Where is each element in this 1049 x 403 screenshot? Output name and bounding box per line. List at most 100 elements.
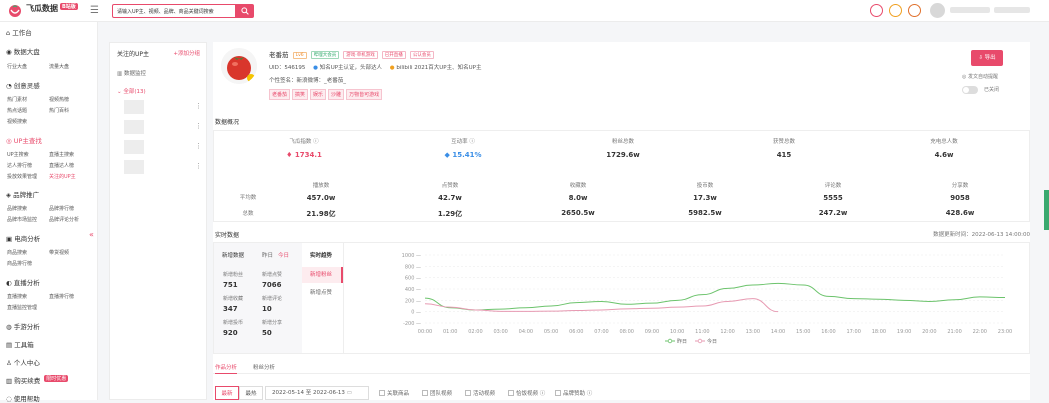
sidebar-item[interactable]: 品牌搜索 [7, 205, 27, 212]
sidebar-item[interactable]: 商品排行榜 [7, 260, 32, 267]
notification-icon[interactable] [889, 4, 902, 17]
tab-works-analysis[interactable]: 作品分析 [215, 363, 238, 374]
sidebar-section-toolbox[interactable]: ▤ 工具箱 [6, 339, 34, 349]
sidebar-item[interactable]: 热点话题 [7, 107, 27, 114]
followed-up-item[interactable] [124, 140, 144, 154]
info-icon[interactable]: ⓘ [540, 391, 546, 397]
x-tick-label: 07:00 [594, 329, 608, 335]
more-icon[interactable]: ⋮ [195, 122, 202, 130]
data-monitor-item[interactable]: ▥ 数据监控 [110, 69, 206, 77]
total-value: 2650.5w [561, 209, 595, 217]
sidebar-item[interactable]: 直播达人榜 [49, 162, 74, 169]
sidebar-section-brand[interactable]: ◈ 品牌推广 [6, 189, 39, 199]
checkbox-brand-sponsor[interactable]: 品牌赞助 ⓘ [555, 389, 592, 397]
tab-fans-analysis[interactable]: 粉丝分析 [253, 363, 275, 371]
sidebar-item[interactable]: 热门素材 [7, 96, 27, 103]
menu-toggle-icon[interactable]: ☰ [90, 5, 99, 16]
hashtag[interactable]: 沙雕 [328, 89, 345, 100]
search-button[interactable] [236, 4, 254, 18]
user-avatar[interactable] [930, 3, 945, 18]
followed-up-item[interactable] [124, 160, 144, 174]
sidebar-item[interactable]: 带货视频 [49, 249, 69, 256]
sort-hottest-button[interactable]: 最热 [239, 386, 263, 400]
checkbox-team-video[interactable]: 团队视频 [422, 389, 452, 397]
followed-up-item[interactable] [124, 120, 144, 134]
sidebar-section-inspiration[interactable]: ◔ 创意灵感 [6, 80, 40, 90]
notice-toggle[interactable] [962, 86, 978, 94]
overview-label: 粉丝总数 [611, 139, 634, 145]
sidebar-item[interactable]: 品牌排行榜 [49, 205, 74, 212]
sidebar-section-up-search[interactable]: ◎ UP主查找 [6, 135, 42, 145]
sidebar-item[interactable]: 视频热榜 [49, 96, 69, 103]
sidebar-section-help[interactable]: ◌ 使用帮助 [6, 393, 40, 403]
brand-name[interactable]: 飞瓜数据 B站版 [26, 3, 78, 14]
trend-new-fans[interactable]: 新增粉丝 [302, 267, 343, 283]
info-icon[interactable]: ⓘ [313, 139, 319, 145]
total-value: 428.6w [945, 209, 975, 217]
trend-new-likes[interactable]: 新增点赞 [302, 285, 343, 301]
checkbox-related-goods[interactable]: 关联商品 [379, 389, 409, 397]
info-icon[interactable]: ⓘ [587, 391, 593, 397]
sidebar-section-purchase[interactable]: ▥ 购买续费 限时优惠 [6, 375, 69, 385]
more-icon[interactable]: ⋮ [195, 162, 202, 170]
more-icon[interactable]: ⋮ [195, 102, 202, 110]
tab-yesterday[interactable]: 昨日 [262, 251, 273, 259]
sidebar-item[interactable]: 热门百科 [49, 107, 69, 114]
export-button[interactable]: ⇩ 导出 [971, 50, 1003, 66]
checkbox-sponsored-video[interactable]: 恰饭视频 ⓘ [508, 389, 545, 397]
sidebar-item[interactable]: 达人排行榜 [7, 162, 32, 169]
hashtag[interactable]: 老番茄 [269, 89, 291, 100]
sidebar-item[interactable]: 直播主搜索 [49, 151, 74, 158]
uid-line: UID：546195 ● 知名UP主认证，头部达人 ● bilibili 202… [269, 65, 482, 71]
info-icon[interactable]: ⓘ [469, 139, 475, 145]
all-group-toggle[interactable]: ⌄ 全部(13) [110, 87, 206, 95]
sidebar-item[interactable]: 直播排行榜 [49, 293, 74, 300]
sidebar-section-dashboard[interactable]: ◉ 数据大盘 [6, 46, 40, 56]
hashtag[interactable]: 娱乐 [310, 89, 327, 100]
legend-marker [667, 338, 673, 344]
search-input[interactable]: 请输入UP主、视频、品牌、商品关键词搜索 [112, 4, 236, 18]
collapse-sidebar-icon[interactable]: « [89, 230, 94, 239]
x-tick-label: 15:00 [796, 329, 810, 335]
sidebar-item[interactable]: 品牌评论分析 [49, 216, 79, 223]
sidebar-item[interactable]: 商品搜索 [7, 249, 27, 256]
followed-up-item[interactable] [124, 100, 144, 114]
y-tick-label: -200 — [403, 321, 421, 327]
date-range-picker[interactable]: 2022-05-14 至 2022-06-13 ▭ [265, 386, 369, 400]
sidebar-section-live[interactable]: ◐ 直播分析 [6, 277, 40, 287]
sidebar-item[interactable]: 视频搜索 [7, 118, 27, 125]
x-tick-label: 06:00 [569, 329, 583, 335]
sidebar-item[interactable]: 投放效果管理 [7, 173, 37, 180]
sidebar-item[interactable]: 品牌市场监控 [7, 216, 37, 223]
sidebar-item[interactable]: UP主搜索 [7, 151, 29, 158]
tab-today[interactable]: 今日 [278, 251, 289, 259]
hashtag[interactable]: 万物皆可游戏 [346, 89, 383, 100]
more-icon[interactable]: ⋮ [195, 142, 202, 150]
add-group-button[interactable]: +添加分组 [173, 49, 200, 57]
sort-latest-button[interactable]: 最新 [215, 386, 239, 400]
stat-label: 新增投币 [223, 320, 244, 326]
x-tick-label: 03:00 [493, 329, 507, 335]
sidebar-section-mobile-game[interactable]: ◍ 手游分析 [6, 321, 40, 331]
sidebar-item-workbench[interactable]: ⌂ 工作台 [6, 27, 32, 37]
sidebar-item[interactable]: 流量大盘 [49, 63, 69, 70]
overview-value: 4.6w [934, 151, 954, 159]
sidebar-section-profile[interactable]: ♙ 个人中心 [6, 357, 40, 367]
service-icon[interactable] [908, 4, 921, 17]
y-tick-label: 600 — [405, 276, 421, 282]
sidebar-item-followed-up[interactable]: 关注的UP主 [49, 173, 76, 180]
hashtag[interactable]: 搞笑 [292, 89, 309, 100]
tab-new-data[interactable]: 新增数据 [222, 251, 244, 259]
checkbox-event-video[interactable]: 活动视频 [465, 389, 495, 397]
sidebar-item[interactable]: 直播监控管理 [7, 304, 37, 311]
sidebar-item[interactable]: 直播搜索 [7, 293, 27, 300]
message-icon[interactable] [870, 4, 883, 17]
side-float-tab[interactable] [1044, 190, 1049, 230]
sidebar-item[interactable]: 行业大盘 [7, 63, 27, 70]
melon-logo-icon[interactable] [8, 4, 22, 18]
sidebar-section-ecommerce[interactable]: ▣ 电商分析 [6, 233, 40, 243]
x-tick-label: 18:00 [872, 329, 886, 335]
stat-value: 347 [223, 305, 238, 313]
metric-header: 投币数 [696, 183, 714, 189]
x-tick-label: 22:00 [973, 329, 987, 335]
